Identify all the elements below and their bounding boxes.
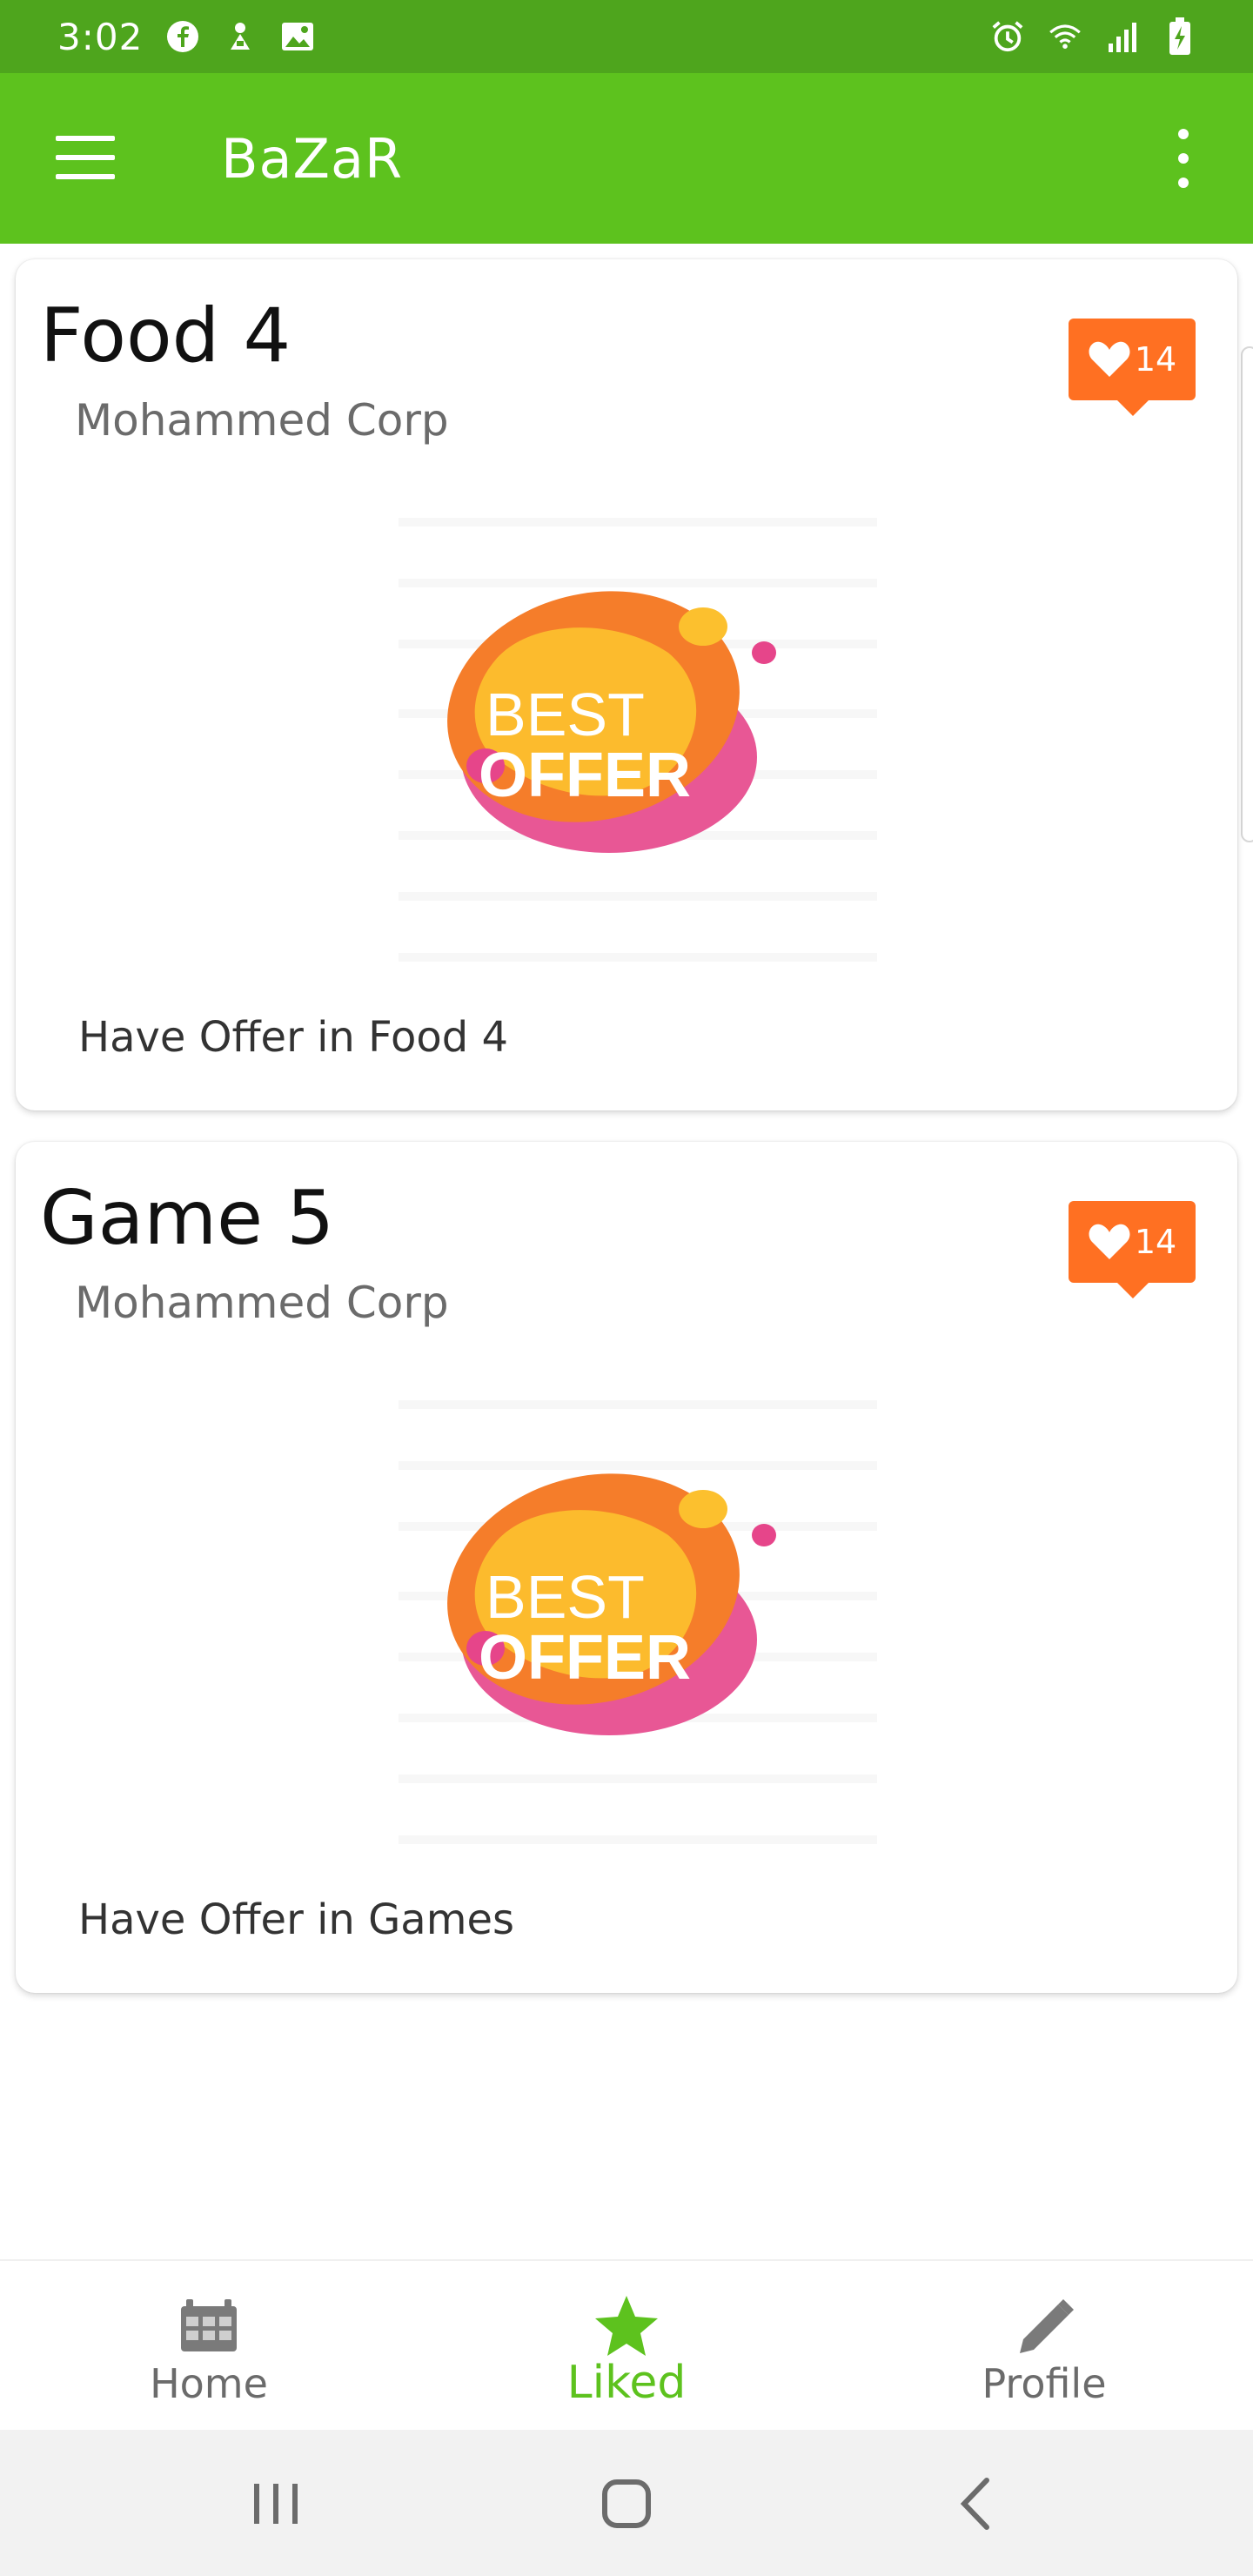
pencil-icon — [1020, 2299, 1074, 2353]
home-button-icon[interactable] — [587, 2465, 666, 2543]
alarm-icon — [990, 19, 1025, 54]
recent-apps-icon[interactable] — [237, 2465, 315, 2543]
nav-item-liked[interactable]: Liked — [496, 2261, 757, 2432]
back-icon[interactable] — [938, 2465, 1016, 2543]
scroll-indicator — [1241, 346, 1253, 842]
nav-label-liked: Liked — [566, 2357, 687, 2409]
more-vert-icon[interactable] — [1173, 129, 1194, 190]
offer-image-text-bottom: OFFER — [479, 741, 691, 810]
wifi-icon — [1048, 19, 1082, 54]
nav-item-home[interactable]: Home — [78, 2261, 339, 2432]
offer-image-text-top: BEST — [486, 1563, 645, 1631]
system-navigation-bar — [0, 2430, 1253, 2576]
like-count: 14 — [1134, 340, 1177, 379]
hamburger-menu-icon[interactable] — [56, 136, 115, 181]
home-grid-icon — [181, 2299, 237, 2351]
card-description: Have Offer in Games — [78, 1895, 514, 1944]
offer-image-text-bottom: OFFER — [479, 1623, 691, 1693]
image-icon — [280, 19, 315, 54]
signal-icon — [1105, 19, 1140, 54]
offer-card[interactable]: Game 5 Mohammed Corp 14 BEST OFFER Have … — [16, 1142, 1237, 1993]
card-title: Food 4 — [40, 292, 291, 379]
like-count: 14 — [1134, 1223, 1177, 1261]
best-offer-image: BEST OFFER — [399, 518, 877, 962]
facebook-icon — [165, 19, 200, 54]
offer-image-text-top: BEST — [486, 681, 645, 748]
status-time: 3:02 — [57, 15, 144, 58]
card-description: Have Offer in Food 4 — [78, 1013, 508, 1062]
nav-label-profile: Profile — [982, 2360, 1107, 2407]
card-company: Mohammed Corp — [75, 1278, 449, 1328]
heart-icon — [1089, 1224, 1130, 1259]
app-bar: BaZaR — [0, 73, 1253, 244]
heart-icon — [1089, 341, 1130, 377]
star-icon — [595, 2296, 658, 2356]
status-bar: 3:02 — [0, 0, 1253, 73]
liked-list[interactable]: Food 4 Mohammed Corp 14 BEST OFFER Have … — [0, 244, 1253, 2259]
nav-label-home: Home — [150, 2360, 268, 2407]
download-icon — [223, 19, 258, 54]
like-badge[interactable]: 14 — [1069, 319, 1196, 416]
battery-charging-icon — [1163, 17, 1197, 55]
card-title: Game 5 — [40, 1175, 335, 1262]
card-company: Mohammed Corp — [75, 395, 449, 446]
bottom-navigation: Home Liked Profile — [0, 2259, 1253, 2430]
like-badge[interactable]: 14 — [1069, 1201, 1196, 1298]
app-title: BaZaR — [221, 127, 404, 191]
nav-item-profile[interactable]: Profile — [914, 2261, 1175, 2432]
offer-card[interactable]: Food 4 Mohammed Corp 14 BEST OFFER Have … — [16, 259, 1237, 1110]
best-offer-image: BEST OFFER — [399, 1400, 877, 1844]
